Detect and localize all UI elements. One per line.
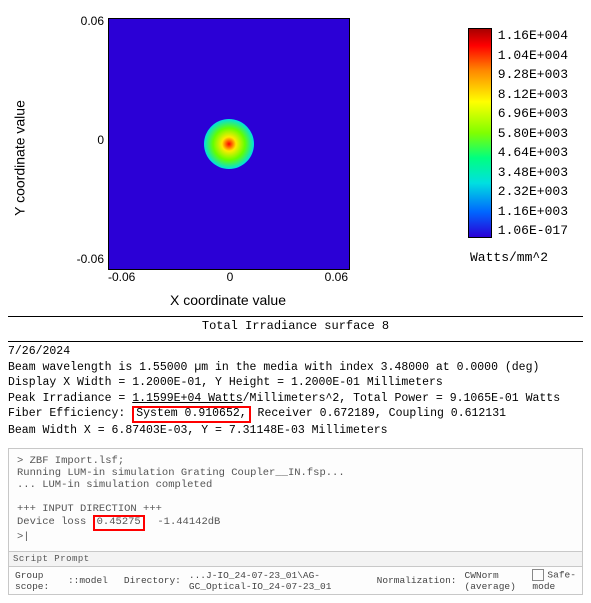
x-tick: 0 [227, 270, 234, 284]
script-prompt-tab[interactable]: Script Prompt [9, 551, 582, 567]
y-axis-label: Y coordinate value [12, 100, 28, 216]
cb-tick: 3.48E+003 [498, 165, 568, 180]
report-line: Beam Width X = 6.87403E-03, Y = 7.31148E… [8, 424, 388, 437]
cb-tick: 9.28E+003 [498, 67, 568, 82]
cb-tick: 4.64E+003 [498, 145, 568, 160]
divider [8, 316, 583, 317]
safe-mode-checkbox[interactable]: Safe-mode [532, 569, 576, 592]
heatmap-canvas [108, 18, 350, 270]
report-line: Fiber Efficiency: [8, 407, 132, 420]
cb-tick: 1.06E-017 [498, 223, 568, 238]
script-line: ... LUM-in simulation completed [17, 479, 212, 491]
report-line: Beam wavelength is 1.55000 µm in the med… [8, 361, 539, 374]
report-line: Peak Irradiance = [8, 392, 132, 405]
colorbar-ticks: 1.16E+004 1.04E+004 9.28E+003 8.12E+003 … [498, 28, 568, 238]
x-axis-label: X coordinate value [170, 292, 286, 308]
checkbox-icon [532, 569, 544, 581]
script-line: Device loss [17, 516, 93, 528]
peak-irradiance-value: 1.1599E+04 Watts [132, 392, 242, 405]
directory-label: Directory: [124, 575, 181, 586]
cb-tick: 5.80E+003 [498, 126, 568, 141]
colorbar: 1.16E+004 1.04E+004 9.28E+003 8.12E+003 … [468, 28, 568, 238]
normalization-value: CWNorm (average) [465, 570, 525, 592]
report-title: Total Irradiance surface 8 [8, 319, 583, 333]
group-scope-label: Group scope: [15, 570, 60, 592]
system-efficiency-highlight: System 0.910652, [132, 406, 250, 423]
script-line: +++ INPUT DIRECTION +++ [17, 503, 162, 515]
y-tick: 0 [97, 133, 104, 147]
directory-value: ...J-IO_24-07-23_01\AG-GC_Optical-IO_24-… [189, 570, 369, 592]
cb-tick: 1.16E+003 [498, 204, 568, 219]
script-output[interactable]: > ZBF Import.lsf; Running LUM-in simulat… [9, 449, 582, 551]
report-line: /Millimeters^2, Total Power = 9.1065E-01… [243, 392, 560, 405]
cb-tick: 1.04E+004 [498, 48, 568, 63]
irradiance-plot: Y coordinate value 0.06 0 -0.06 -0.06 0 … [8, 8, 568, 308]
status-bar: Group scope: ::model Directory: ...J-IO_… [9, 567, 582, 594]
colorbar-unit: Watts/mm^2 [470, 250, 548, 265]
cb-tick: 1.16E+004 [498, 28, 568, 43]
cb-tick: 6.96E+003 [498, 106, 568, 121]
y-tick: 0.06 [81, 14, 104, 28]
script-prompt-panel: > ZBF Import.lsf; Running LUM-in simulat… [8, 448, 583, 595]
x-axis-ticks: -0.06 0 0.06 [108, 270, 348, 284]
x-tick: 0.06 [325, 270, 348, 284]
normalization-label: Normalization: [377, 575, 457, 586]
cb-tick: 2.32E+003 [498, 184, 568, 199]
report-line: Receiver 0.672189, Coupling 0.612131 [251, 407, 506, 420]
device-loss-highlight: 0.45275 [93, 515, 145, 531]
script-line: -1.44142dB [145, 516, 221, 528]
report-line: Display X Width = 1.2000E-01, Y Height =… [8, 376, 443, 389]
x-tick: -0.06 [108, 270, 135, 284]
report-date: 7/26/2024 [8, 345, 70, 358]
divider [8, 341, 583, 342]
y-axis-ticks: 0.06 0 -0.06 [68, 14, 104, 266]
report-text: 7/26/2024 Beam wavelength is 1.55000 µm … [8, 344, 583, 438]
script-line: > ZBF Import.lsf; [17, 455, 124, 467]
colorbar-gradient [468, 28, 492, 238]
y-tick: -0.06 [77, 252, 104, 266]
irradiance-peak [204, 119, 254, 169]
cb-tick: 8.12E+003 [498, 87, 568, 102]
script-cursor: >| [17, 531, 30, 543]
group-scope-value[interactable]: ::model [68, 575, 108, 586]
script-line: Running LUM-in simulation Grating Couple… [17, 467, 345, 479]
